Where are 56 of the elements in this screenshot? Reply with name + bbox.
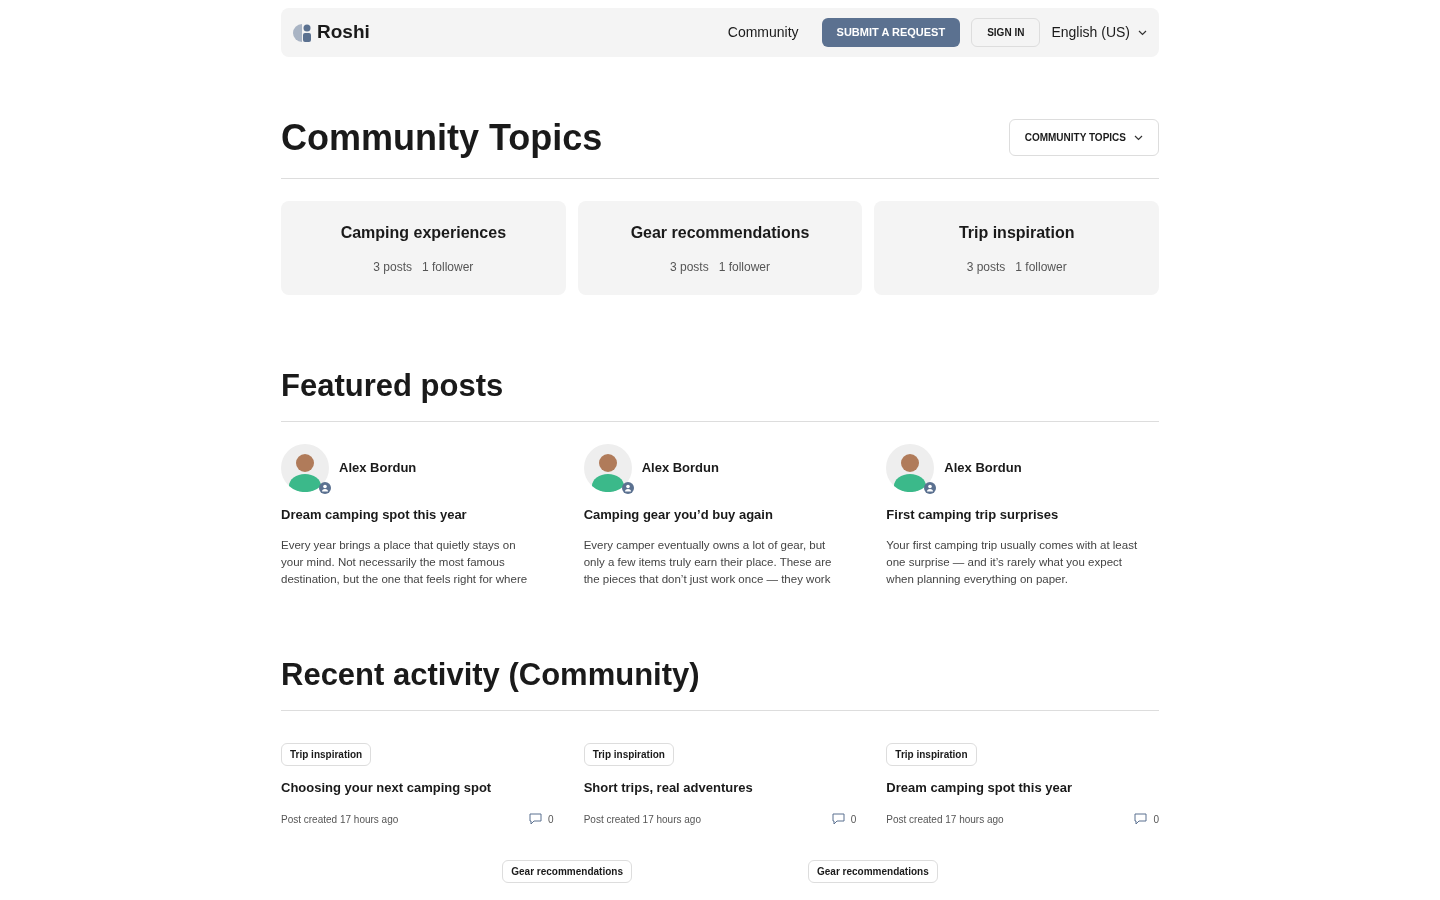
section-title: Recent activity (Community): [281, 651, 1159, 712]
post-count: 3 posts: [373, 258, 412, 276]
post-excerpt: Every camper eventually owns a lot of gear, but only a few items truly earn their place. These are the pieces that don’t just work once — they work: [583, 537, 833, 587]
follower-count: 1 follower: [422, 258, 474, 276]
follower-count: 1 follower: [1015, 258, 1067, 276]
post-meta: Post created 17 hours ago: [886, 812, 1004, 827]
follower-count: 1 follower: [718, 258, 770, 276]
post-excerpt: Your first camping trip usually comes with at least one surprise — and it’s rarely what you expect when planning everything on paper.: [886, 537, 1139, 587]
submit-request-button[interactable]: SUBMIT A REQUEST: [821, 18, 961, 47]
comment-count: 0: [548, 812, 554, 827]
post-title[interactable]: Short trips, real adventures: [583, 778, 857, 798]
section-title: Featured posts: [281, 362, 1159, 423]
comment-count: 0: [850, 812, 857, 827]
author-name[interactable]: Alex Bordun: [641, 458, 719, 478]
topic-title: Camping experiences: [340, 222, 507, 243]
avatar: [281, 444, 329, 493]
topic-tag[interactable]: Gear recommendations: [808, 859, 938, 883]
logo-icon: [293, 23, 313, 42]
language-selector[interactable]: English (US): [1051, 22, 1147, 43]
topic-card[interactable]: Trip inspiration 3 posts 1 follower: [874, 200, 1159, 295]
author-name[interactable]: Alex Bordun: [339, 458, 417, 478]
post-title[interactable]: Camping gear you’d buy again: [583, 505, 857, 525]
topics-dropdown[interactable]: COMMUNITY TOPICS: [1008, 119, 1159, 157]
post-count: 3 posts: [669, 258, 709, 276]
topic-title: Trip inspiration: [958, 222, 1075, 243]
chevron-icon: [1134, 134, 1143, 141]
user-badge-icon: [924, 482, 937, 495]
post-title[interactable]: Dream camping spot this year: [886, 778, 1159, 798]
post-title[interactable]: First camping trip surprises: [886, 505, 1159, 525]
comment-count: 0: [1153, 812, 1159, 827]
post-meta: Post created 17 hours ago: [281, 812, 399, 827]
avatar: [886, 444, 935, 493]
post-title[interactable]: Choosing your next camping spot: [281, 778, 554, 798]
topic-tag[interactable]: Trip inspiration: [281, 743, 372, 767]
post-count: 3 posts: [966, 258, 1006, 276]
post-title[interactable]: Dream camping spot this year: [281, 505, 554, 525]
topic-tag[interactable]: Trip inspiration: [886, 743, 977, 767]
post-excerpt: Every year brings a place that quietly stays on your mind. Not necessarily the most famous destination, but the one that feels right for where: [281, 537, 529, 587]
topic-tag[interactable]: Trip inspiration: [583, 743, 674, 767]
topic-title: Gear recommendations: [630, 222, 810, 243]
nav-link[interactable]: Community: [727, 22, 799, 43]
section-title: Community Topics: [281, 118, 603, 158]
comment-icon: [831, 813, 845, 826]
brand-name[interactable]: Roshi: [317, 18, 370, 47]
comment-icon: [1134, 813, 1148, 826]
sign-in-button[interactable]: SIGN IN: [971, 18, 1041, 47]
topic-card[interactable]: Gear recommendations 3 posts 1 follower: [577, 200, 863, 295]
user-badge-icon: [319, 482, 331, 495]
chevron-icon: [1138, 29, 1147, 36]
comment-icon: [529, 813, 543, 826]
topic-tag[interactable]: Gear recommendations: [502, 859, 632, 883]
post-meta: Post created 17 hours ago: [583, 812, 701, 827]
author-name[interactable]: Alex Bordun: [944, 458, 1022, 478]
user-badge-icon: [621, 482, 634, 495]
topic-card[interactable]: Camping experiences 3 posts 1 follower: [281, 200, 566, 295]
avatar: [583, 444, 632, 493]
